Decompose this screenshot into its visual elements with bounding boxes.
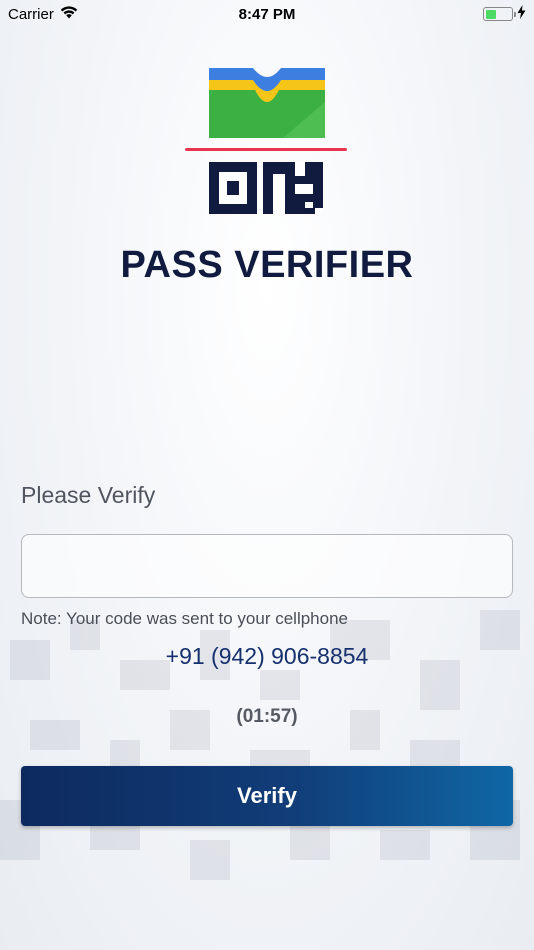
battery-fill — [485, 9, 496, 19]
status-left: Carrier — [8, 6, 78, 23]
countdown-timer: (01:57) — [236, 706, 298, 727]
status-time: 8:47 PM — [238, 5, 296, 23]
verify-prompt: Please Verify — [21, 482, 156, 508]
phone-number: +91 (942) 906-8854 — [165, 643, 369, 669]
battery-icon — [483, 7, 516, 21]
charging-bolt-icon — [517, 5, 526, 23]
wifi-icon — [60, 5, 78, 23]
code-sent-note: Note: Your code was sent to your cellpho… — [21, 609, 348, 628]
status-right — [483, 5, 526, 23]
app-logo — [183, 62, 349, 220]
verify-button[interactable]: Verify — [21, 766, 513, 826]
app-title: PASS VERIFIER — [120, 244, 414, 286]
status-bar: Carrier 8:47 PM — [0, 0, 534, 28]
carrier-label: Carrier — [8, 5, 54, 23]
verification-code-input[interactable] — [21, 534, 513, 598]
